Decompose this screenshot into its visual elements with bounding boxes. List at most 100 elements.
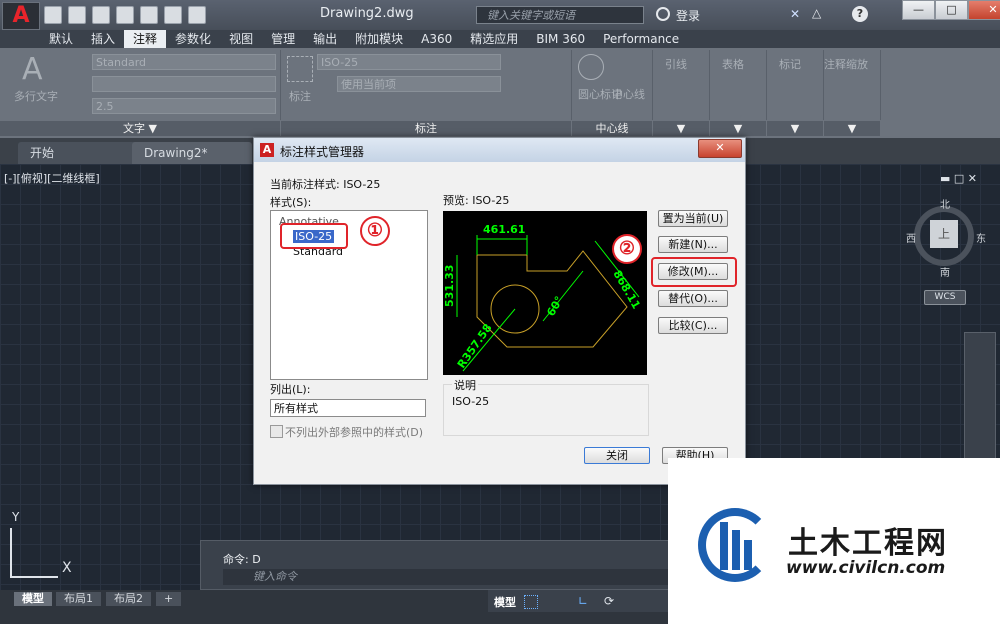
compass-west[interactable]: 西 — [906, 230, 916, 245]
print-icon[interactable] — [140, 6, 158, 24]
tab-manage[interactable]: 管理 — [262, 30, 304, 48]
command-history: 命令: D — [223, 553, 261, 566]
dim-style-select[interactable]: ISO-25 — [317, 54, 501, 70]
open-file-icon[interactable] — [68, 6, 86, 24]
tab-model[interactable]: 模型 — [14, 592, 52, 606]
login-button[interactable]: 登录 — [676, 7, 700, 24]
dim-layer-select[interactable]: 使用当前项 — [337, 76, 501, 92]
markup-panel[interactable]: 标记 — [767, 50, 824, 120]
tab-insert[interactable]: 插入 — [82, 30, 124, 48]
viewport-controls[interactable]: [-][俯视][二维线框] — [4, 170, 100, 186]
text-height-select[interactable]: 2.5 — [92, 98, 276, 114]
binoculars-icon[interactable] — [656, 7, 670, 21]
app-menu-button[interactable]: A — [2, 2, 40, 30]
markup-panel-label[interactable]: ▼ — [767, 121, 823, 136]
table-panel[interactable]: 表格 — [710, 50, 767, 120]
table-panel-label[interactable]: ▼ — [710, 121, 766, 136]
set-current-button[interactable]: 置为当前(U) — [658, 210, 728, 227]
navigation-bar[interactable] — [964, 332, 996, 460]
search-input[interactable]: 键入关键字或短语 — [476, 6, 644, 24]
close-button[interactable]: ✕ — [968, 0, 1000, 20]
new-style-button[interactable]: 新建(N)... — [658, 236, 728, 253]
text-style-select[interactable]: Standard — [92, 54, 276, 70]
grid-icon[interactable] — [524, 595, 538, 609]
text-find-field[interactable] — [92, 76, 276, 92]
leader-panel-label[interactable]: ▼ — [653, 121, 709, 136]
ucs-y-label: Y — [12, 510, 20, 524]
tab-layout1[interactable]: 布局1 — [56, 592, 101, 606]
preview-dim-angle: 60° — [544, 294, 566, 319]
logo-bar-1 — [720, 522, 728, 570]
command-input[interactable]: 键入命令 — [223, 569, 669, 585]
dialog-titlebar[interactable]: A 标注样式管理器 ✕ — [254, 138, 745, 162]
tab-performance[interactable]: Performance — [594, 30, 688, 48]
tab-featured-apps[interactable]: 精选应用 — [461, 30, 527, 48]
ortho-icon[interactable]: ∟ — [578, 594, 588, 608]
leader-panel[interactable]: 引线 — [653, 50, 710, 120]
step-2-marker: ② — [612, 234, 642, 264]
annotation-scale-panel[interactable]: 注释缩放 — [824, 50, 881, 120]
exchange-icon[interactable]: ✕ — [790, 7, 800, 21]
viewcube-top-face[interactable]: 上 — [930, 220, 958, 248]
ribbon: A 多行文字 Standard 2.5 文字 ▼ 标注 ISO-25 使用当前项… — [0, 48, 1000, 138]
redo-icon[interactable] — [188, 6, 206, 24]
list-filter-select[interactable]: 所有样式 — [270, 399, 426, 417]
new-file-icon[interactable] — [44, 6, 62, 24]
tab-drawing[interactable]: Drawing2* — [132, 142, 252, 164]
undo-icon[interactable] — [164, 6, 182, 24]
tab-a360[interactable]: A360 — [412, 30, 461, 48]
preview-drawing: 461.61 531.33 868.11 60° R357.58 — [443, 223, 643, 372]
polar-icon[interactable]: ⟳ — [604, 594, 614, 608]
list-label: 列出(L): — [270, 383, 311, 396]
compass-east[interactable]: 东 — [976, 230, 986, 245]
tab-annotate[interactable]: 注释 — [124, 30, 167, 48]
center-mark-icon[interactable] — [578, 54, 604, 80]
viewcube[interactable]: 上 北 南 东 西 — [906, 196, 986, 279]
help-icon[interactable]: ? — [852, 6, 868, 22]
description-box: 说明 ISO-25 — [443, 377, 649, 436]
xref-checkbox-label: 不列出外部参照中的样式(D) — [285, 426, 424, 439]
highlight-modify — [651, 257, 737, 287]
tab-default[interactable]: 默认 — [40, 30, 82, 48]
multiline-text-label: 多行文字 — [14, 90, 58, 103]
ucs-x-label: X — [62, 560, 72, 576]
add-layout-button[interactable]: + — [156, 592, 182, 606]
tab-start[interactable]: 开始 — [18, 142, 138, 164]
xref-checkbox[interactable] — [270, 425, 283, 438]
dimension-icon[interactable] — [287, 56, 313, 82]
centerline-panel-label[interactable]: 中心线 — [572, 121, 652, 136]
leader-label: 引线 — [665, 58, 687, 71]
save-icon[interactable] — [92, 6, 110, 24]
compass-south[interactable]: 南 — [940, 264, 950, 279]
tab-layout2[interactable]: 布局2 — [106, 592, 151, 606]
ucs-y-axis — [10, 528, 12, 576]
step-1-marker: ① — [360, 216, 390, 246]
annotation-scale-panel-label[interactable]: ▼ — [824, 121, 880, 136]
preview-dim-radius: R357.58 — [455, 322, 495, 371]
description-label: 说明 — [452, 377, 478, 393]
compass-north[interactable]: 北 — [940, 196, 950, 211]
tab-bim360[interactable]: BIM 360 — [527, 30, 594, 48]
model-space-button[interactable]: 模型 — [494, 594, 516, 610]
tab-parametric[interactable]: 参数化 — [166, 30, 220, 48]
override-button[interactable]: 替代(O)... — [658, 290, 728, 307]
command-line: 命令: D 键入命令 — [200, 540, 672, 590]
highlight-iso25 — [280, 223, 348, 249]
multiline-text-icon[interactable]: A — [22, 52, 43, 87]
tab-output[interactable]: 输出 — [304, 30, 346, 48]
dialog-close-button[interactable]: ✕ — [698, 139, 742, 158]
ucs-x-axis — [10, 576, 58, 578]
compare-button[interactable]: 比较(C)... — [658, 317, 728, 334]
viewport-window-controls[interactable]: ▬ □ ✕ — [940, 172, 977, 185]
dimension-panel-label[interactable]: 标注 — [281, 121, 571, 136]
save-as-icon[interactable] — [116, 6, 134, 24]
wcs-menu[interactable]: WCS — [924, 290, 966, 305]
tab-view[interactable]: 视图 — [220, 30, 262, 48]
tab-addins[interactable]: 附加模块 — [346, 30, 412, 48]
logo-bar-2 — [732, 530, 740, 570]
maximize-button[interactable]: □ — [935, 0, 968, 20]
a360-icon[interactable]: △ — [812, 6, 821, 20]
text-panel-label[interactable]: 文字 ▼ — [0, 121, 280, 136]
minimize-button[interactable]: — — [902, 0, 935, 20]
close-dialog-button[interactable]: 关闭 — [584, 447, 650, 464]
